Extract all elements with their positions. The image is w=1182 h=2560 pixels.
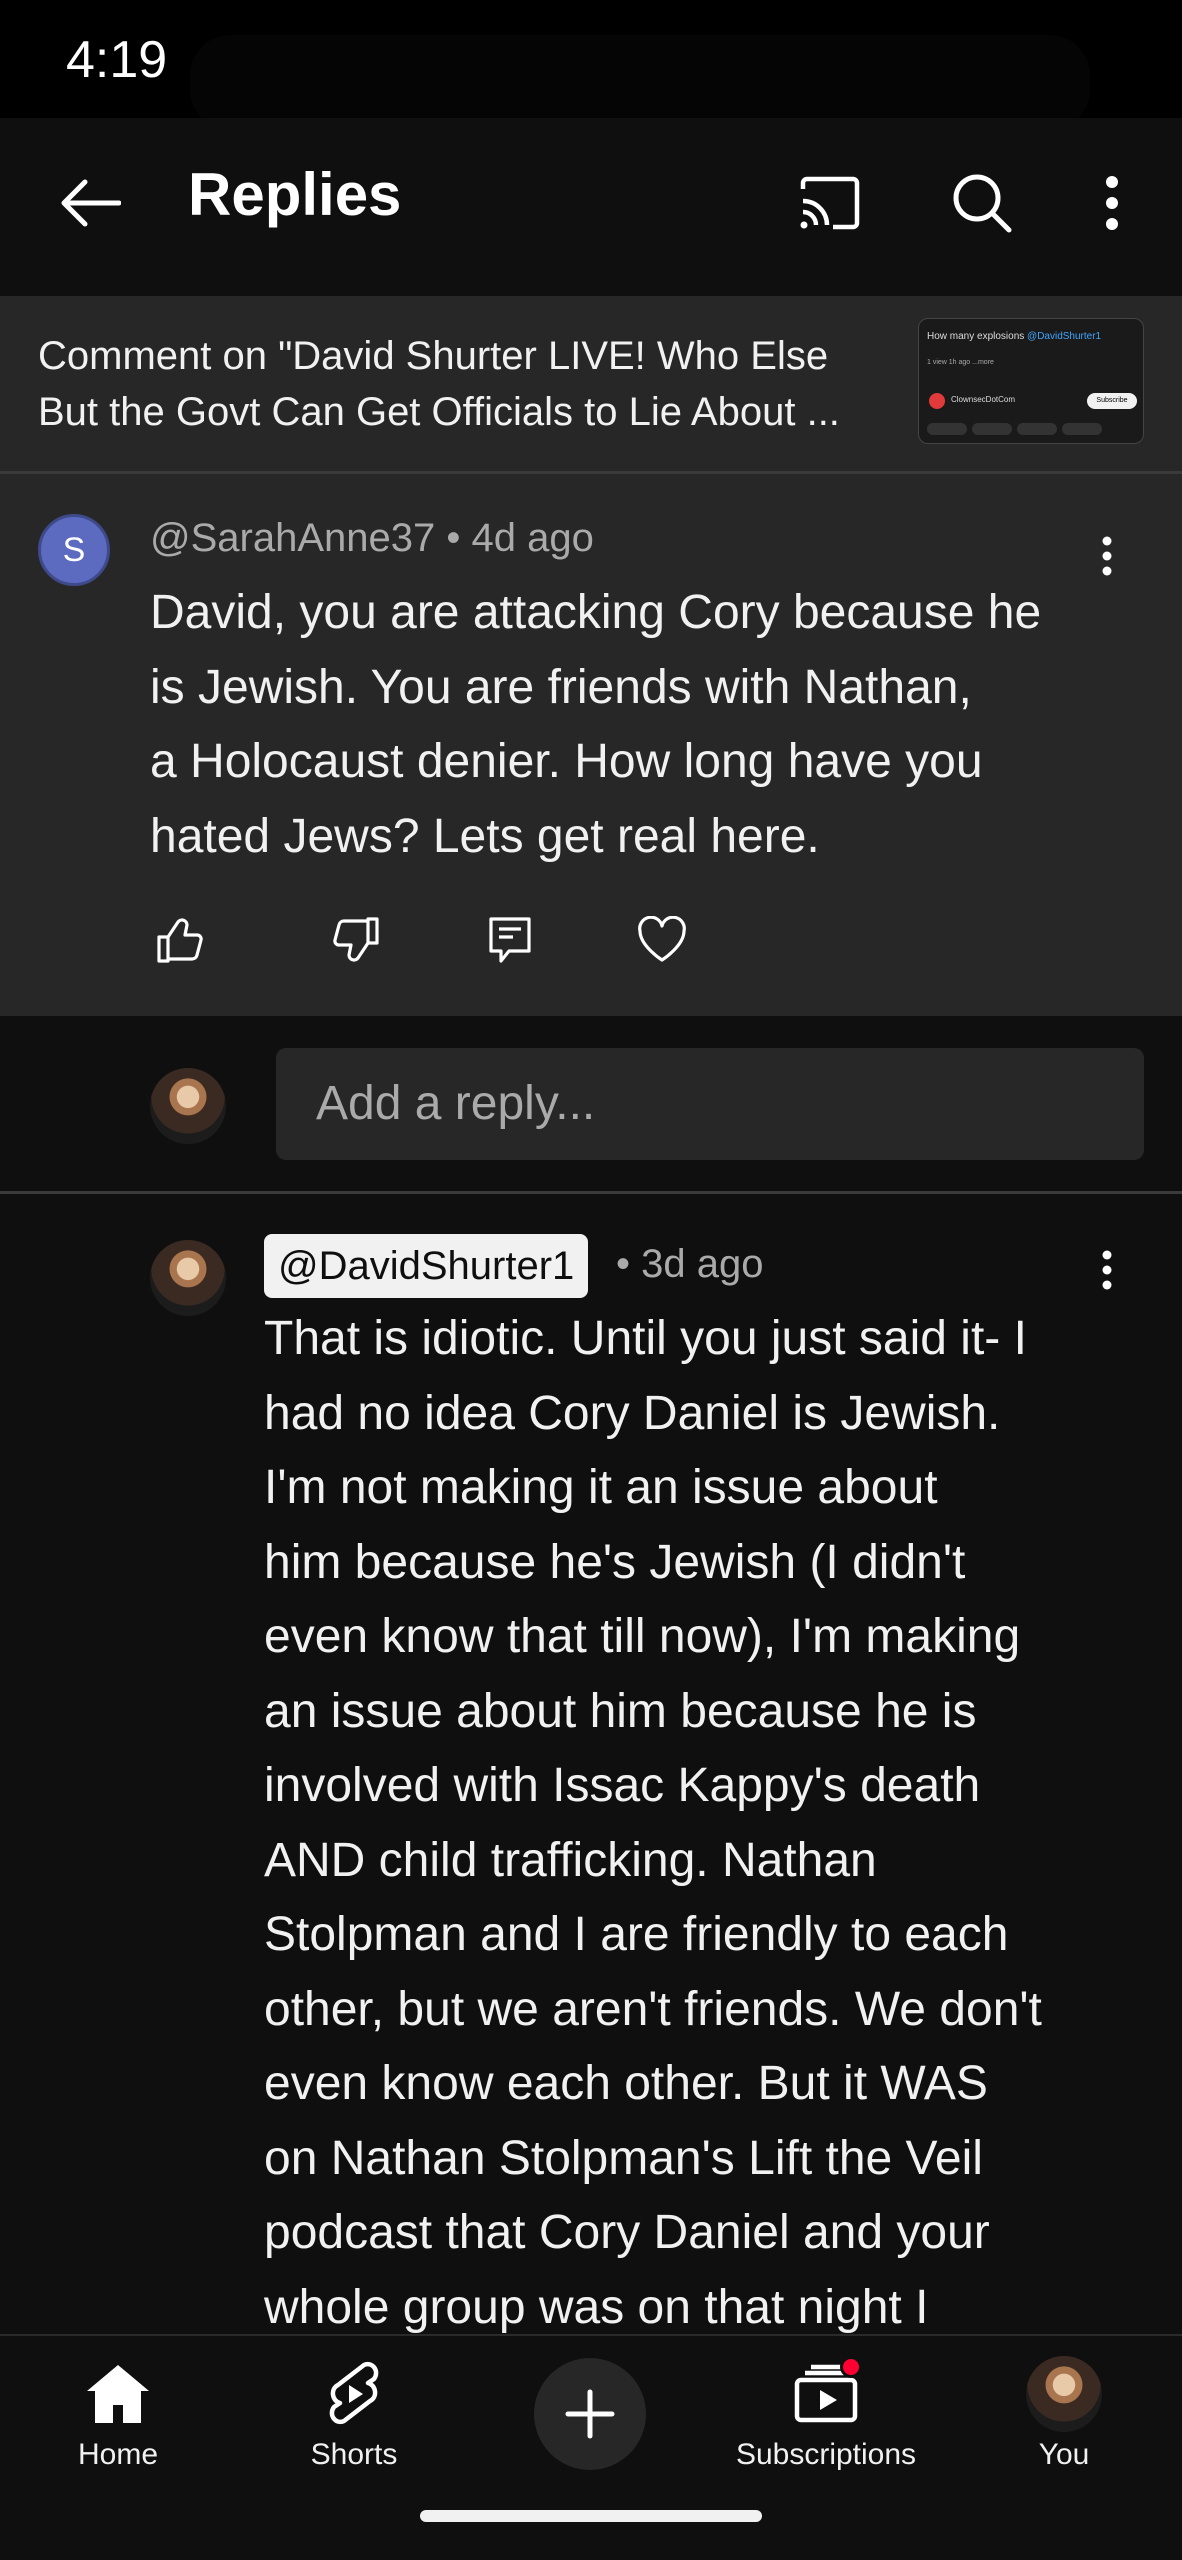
reply-line: had no idea Cory Daniel is Jewish.	[264, 1386, 1001, 1440]
reply-text: That is idiotic. Until you just said it-…	[264, 1302, 1164, 2334]
reply-line: AND child trafficking. Nathan	[264, 1833, 877, 1887]
reply-line: I'm not making it an issue about	[264, 1461, 938, 1514]
reply-author-chip[interactable]: @DavidShurter1	[264, 1234, 589, 1298]
comment-line: a Holocaust denier. How long have you	[150, 735, 983, 788]
page-title: Replies	[188, 161, 402, 228]
thumb-title: How many explosions @DavidShurter1	[927, 331, 1101, 342]
nav-subscriptions[interactable]: Subscriptions	[726, 2354, 926, 2472]
reply-comment: @DavidShurter1 • 3d ago That is idiotic.…	[0, 1194, 1182, 2334]
nav-shorts-label: Shorts	[310, 2438, 398, 2471]
avatar	[1026, 2356, 1102, 2432]
more-options-icon[interactable]	[1072, 163, 1152, 243]
reply-meta: • 3d ago	[616, 1242, 764, 1286]
status-time: 4:19	[66, 31, 168, 89]
reply-line: an issue about him because he is	[264, 1684, 977, 1738]
reply-more-icon[interactable]	[1082, 1240, 1132, 1300]
avatar[interactable]	[150, 1240, 226, 1316]
nav-home-label: Home	[77, 2438, 159, 2471]
comment-age: 4d ago	[471, 516, 594, 560]
thumb-channel: ClownsecDotCom	[951, 395, 1016, 404]
reply-line: That is idiotic. Until you just said it-…	[264, 1312, 1027, 1365]
video-title-line: Comment on "David Shurter LIVE! Who Else	[38, 334, 829, 378]
top-app-bar: Replies	[0, 118, 1182, 296]
reply-line: on Nathan Stolpman's Lift the Veil	[264, 2131, 983, 2185]
shorts-icon	[254, 2354, 454, 2434]
thumb-action-pills	[927, 423, 1102, 435]
video-title: Comment on "David Shurter LIVE! Who Else…	[38, 328, 898, 440]
status-redaction	[190, 35, 1090, 130]
thumb-channel-avatar	[929, 393, 945, 409]
video-thumbnail[interactable]: How many explosions @DavidShurter1 1 vie…	[918, 318, 1144, 444]
reply-line: podcast that Cory Daniel and your	[264, 2206, 990, 2259]
back-arrow-icon[interactable]	[50, 163, 130, 243]
nav-home[interactable]: Home	[18, 2354, 218, 2472]
nav-you-label: You	[1038, 2438, 1090, 2471]
add-reply-row: Add a reply...	[0, 1016, 1182, 1194]
avatar	[150, 1068, 226, 1144]
reply-line: involved with Issac Kappy's death	[264, 1759, 981, 1812]
search-icon[interactable]	[942, 163, 1022, 243]
create-button[interactable]	[534, 2358, 646, 2470]
nav-shorts[interactable]: Shorts	[254, 2354, 454, 2472]
reply-line: even know that till now), I'm making	[264, 1610, 1021, 1663]
comment-text: David, you are attacking Cory because he…	[150, 576, 1130, 874]
avatar[interactable]: S	[38, 514, 110, 586]
plus-icon	[565, 2389, 615, 2439]
comment-meta: @SarahAnne37 • 4d ago	[150, 516, 594, 560]
reply-input[interactable]: Add a reply...	[276, 1048, 1144, 1160]
thumb-views: 1 view 1h ago ...more	[927, 359, 994, 366]
notification-dot	[840, 2356, 862, 2378]
cast-icon[interactable]	[790, 163, 870, 243]
reply-line: Stolpman and I are friendly to each	[264, 1908, 1009, 1961]
reply-line: him because he's Jewish (I didn't	[264, 1535, 966, 1589]
reply-icon[interactable]	[480, 910, 540, 970]
comment-line: David, you are attacking Cory because he	[150, 586, 1042, 639]
heart-icon[interactable]	[632, 910, 692, 970]
reply-line: even know each other. But it WAS	[264, 2057, 988, 2110]
comment-line: is Jewish. You are friends with Nathan,	[150, 660, 972, 714]
parent-comment: S @SarahAnne37 • 4d ago David, you are a…	[0, 474, 1182, 1016]
comment-line: hated Jews? Lets get real here.	[150, 809, 820, 863]
thumb-mention: @DavidShurter1	[1027, 331, 1102, 342]
comment-author[interactable]: @SarahAnne37	[150, 516, 435, 560]
home-icon	[18, 2354, 218, 2434]
nav-subscriptions-label: Subscriptions	[735, 2438, 917, 2471]
home-indicator	[420, 2510, 762, 2522]
nav-you[interactable]: You	[964, 2354, 1164, 2472]
reply-line: other, but we aren't friends. We don't	[264, 1982, 1042, 2036]
status-bar: 4:19	[0, 0, 1182, 130]
video-context-bar[interactable]: Comment on "David Shurter LIVE! Who Else…	[0, 296, 1182, 474]
subscriptions-icon	[726, 2354, 926, 2434]
you-avatar-icon	[964, 2354, 1164, 2434]
video-title-line: But the Govt Can Get Officials to Lie Ab…	[38, 390, 840, 434]
like-icon[interactable]	[150, 910, 210, 970]
reply-line: whole group was on that night I	[264, 2280, 929, 2334]
thumb-subscribe: Subscribe	[1087, 393, 1137, 409]
bottom-navigation: Home Shorts Subscriptions You	[0, 2334, 1182, 2560]
dislike-icon[interactable]	[326, 910, 386, 970]
reply-age: 3d ago	[641, 1242, 764, 1286]
thumb-title-text: How many explosions	[927, 331, 1025, 342]
